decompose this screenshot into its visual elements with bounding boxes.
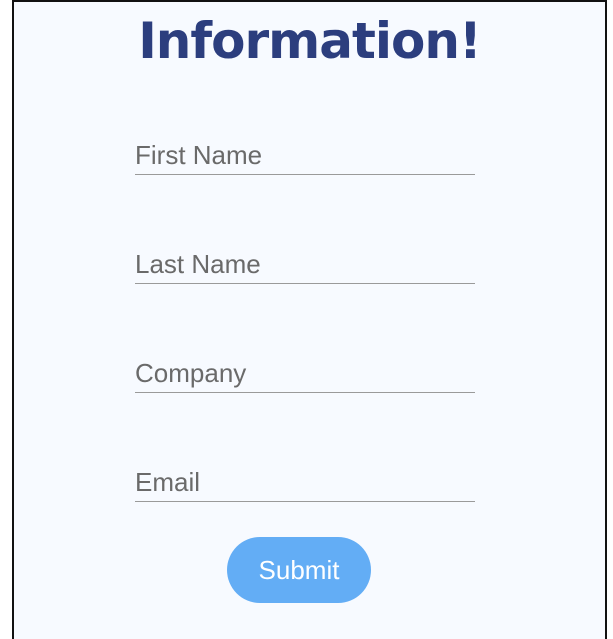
company-input[interactable]: [135, 349, 475, 393]
last-name-input[interactable]: [135, 240, 475, 284]
form-title: Information!: [138, 12, 482, 70]
last-name-field-wrapper: [135, 240, 475, 284]
form-panel: Information! Submit: [12, 0, 607, 639]
first-name-field-wrapper: [135, 131, 475, 175]
email-field-wrapper: [135, 458, 475, 502]
first-name-input[interactable]: [135, 131, 475, 175]
submit-button[interactable]: Submit: [227, 537, 371, 603]
email-input[interactable]: [135, 458, 475, 502]
company-field-wrapper: [135, 349, 475, 393]
